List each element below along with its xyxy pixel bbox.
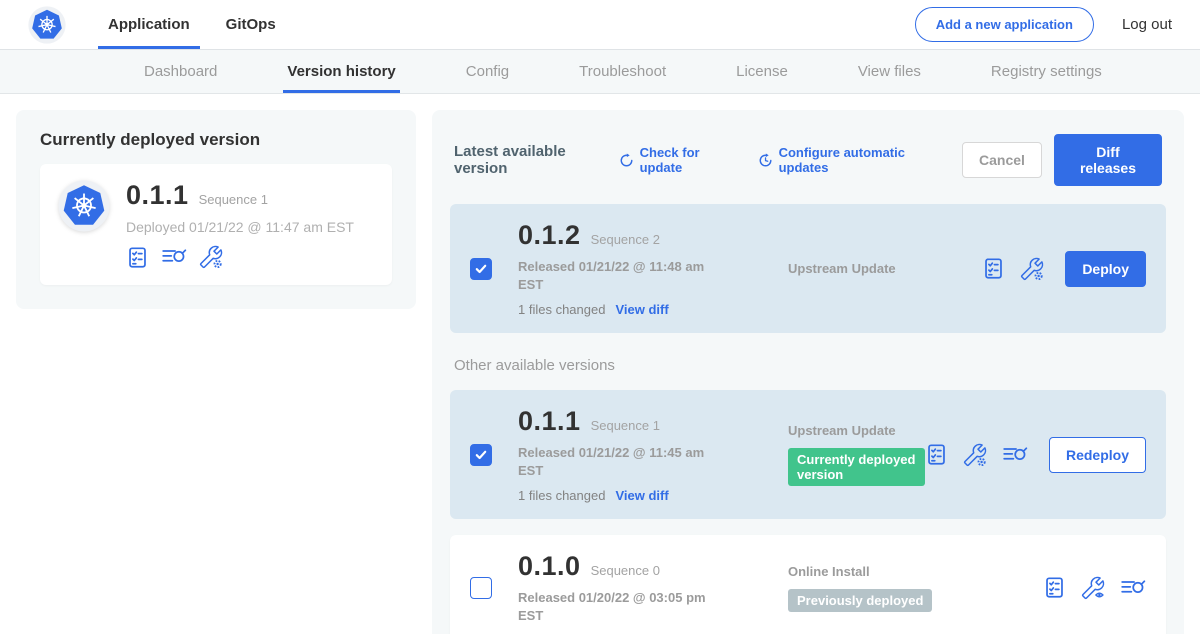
kubernetes-logo bbox=[58, 180, 110, 232]
subnav-config[interactable]: Config bbox=[462, 50, 513, 93]
version-actions: Redeploy bbox=[925, 437, 1146, 473]
version-row-0-1-1: 0.1.1 Sequence 1 Released 01/21/22 @ 11:… bbox=[450, 390, 1166, 519]
version-info: 0.1.0 Sequence 0 Released 01/20/22 @ 03:… bbox=[518, 551, 736, 624]
view-logs-icon[interactable] bbox=[1120, 577, 1146, 599]
released-timestamp: Released 01/20/22 @ 03:05 pm EST bbox=[518, 589, 718, 624]
deployed-panel-title: Currently deployed version bbox=[40, 130, 392, 150]
check-for-update-label: Check for update bbox=[640, 145, 734, 175]
subnav-view-files[interactable]: View files bbox=[854, 50, 925, 93]
configure-updates-label: Configure automatic updates bbox=[779, 145, 938, 175]
version-source: Online Install Previously deployed bbox=[736, 564, 1043, 612]
top-tabs: Application GitOps bbox=[90, 0, 294, 49]
available-versions-header: Latest available version Check for updat… bbox=[454, 134, 1162, 186]
tab-gitops-label: GitOps bbox=[226, 16, 276, 33]
view-diff-link[interactable]: View diff bbox=[615, 488, 668, 503]
checkmark-icon bbox=[475, 264, 487, 274]
subnav-view-files-label: View files bbox=[858, 63, 921, 80]
add-new-application-button[interactable]: Add a new application bbox=[915, 7, 1094, 42]
released-timestamp: Released 01/21/22 @ 11:45 am EST bbox=[518, 444, 718, 479]
cancel-button[interactable]: Cancel bbox=[962, 142, 1042, 178]
currently-deployed-badge: Currently deployed version bbox=[788, 448, 925, 486]
checkmark-icon bbox=[475, 450, 487, 460]
preflight-checks-icon[interactable] bbox=[925, 443, 948, 466]
refresh-icon bbox=[619, 152, 634, 169]
version-number: 0.1.2 bbox=[518, 220, 581, 251]
diff-releases-button[interactable]: Diff releases bbox=[1054, 134, 1162, 186]
source-label: Upstream Update bbox=[788, 423, 925, 438]
subnav-troubleshoot-label: Troubleshoot bbox=[579, 63, 666, 80]
deployed-version-sequence: Sequence 1 bbox=[199, 192, 268, 207]
released-timestamp: Released 01/21/22 @ 11:48 am EST bbox=[518, 258, 718, 293]
version-info: 0.1.2 Sequence 2 Released 01/21/22 @ 11:… bbox=[518, 220, 736, 317]
tab-application[interactable]: Application bbox=[90, 0, 208, 49]
subnav-version-history-label: Version history bbox=[287, 63, 395, 80]
app-sub-nav: Dashboard Version history Config Trouble… bbox=[0, 50, 1200, 94]
top-nav: Application GitOps Add a new application… bbox=[0, 0, 1200, 50]
tab-gitops[interactable]: GitOps bbox=[208, 0, 294, 49]
subnav-registry-settings-label: Registry settings bbox=[991, 63, 1102, 80]
configure-automatic-updates-link[interactable]: Configure automatic updates bbox=[758, 145, 938, 175]
available-panel-title: Latest available version bbox=[454, 143, 605, 177]
version-source: Upstream Update Currently deployed versi… bbox=[736, 423, 925, 486]
other-versions-label: Other available versions bbox=[454, 357, 1162, 374]
files-changed-label: 1 files changed bbox=[518, 302, 605, 317]
config-icon[interactable] bbox=[1020, 257, 1044, 281]
source-label: Upstream Update bbox=[788, 261, 982, 276]
previously-deployed-badge: Previously deployed bbox=[788, 589, 932, 612]
main-content: Currently deployed version 0.1.1 Sequenc… bbox=[0, 94, 1200, 634]
subnav-config-label: Config bbox=[466, 63, 509, 80]
version-sequence: Sequence 2 bbox=[591, 232, 660, 247]
version-sequence: Sequence 1 bbox=[591, 418, 660, 433]
schedule-update-icon bbox=[758, 152, 773, 169]
subnav-license[interactable]: License bbox=[732, 50, 792, 93]
version-number: 0.1.0 bbox=[518, 551, 581, 582]
version-number: 0.1.1 bbox=[518, 406, 581, 437]
preflight-checks-icon[interactable] bbox=[126, 246, 149, 269]
files-changed-label: 1 files changed bbox=[518, 488, 605, 503]
view-config-icon[interactable] bbox=[1081, 576, 1105, 600]
deployed-version-info: 0.1.1 Sequence 1 Deployed 01/21/22 @ 11:… bbox=[126, 180, 354, 269]
subnav-registry-settings[interactable]: Registry settings bbox=[987, 50, 1106, 93]
version-source: Upstream Update bbox=[736, 261, 982, 276]
version-row-0-1-0: 0.1.0 Sequence 0 Released 01/20/22 @ 03:… bbox=[450, 535, 1166, 634]
tab-application-label: Application bbox=[108, 16, 190, 33]
logout-link[interactable]: Log out bbox=[1122, 16, 1172, 33]
preflight-checks-icon[interactable] bbox=[1043, 576, 1066, 599]
version-row-0-1-2: 0.1.2 Sequence 2 Released 01/21/22 @ 11:… bbox=[450, 204, 1166, 333]
kubernetes-logo bbox=[28, 6, 66, 44]
deployed-version-number: 0.1.1 bbox=[126, 180, 189, 211]
view-logs-icon[interactable] bbox=[161, 246, 187, 268]
version-actions: Deploy bbox=[982, 251, 1146, 287]
check-for-update-link[interactable]: Check for update bbox=[619, 145, 734, 175]
deploy-button[interactable]: Deploy bbox=[1065, 251, 1146, 287]
version-info: 0.1.1 Sequence 1 Released 01/21/22 @ 11:… bbox=[518, 406, 736, 503]
deployed-timestamp: Deployed 01/21/22 @ 11:47 am EST bbox=[126, 219, 354, 235]
deployed-version-card: 0.1.1 Sequence 1 Deployed 01/21/22 @ 11:… bbox=[40, 164, 392, 285]
preflight-checks-icon[interactable] bbox=[982, 257, 1005, 280]
view-logs-icon[interactable] bbox=[1002, 444, 1028, 466]
subnav-license-label: License bbox=[736, 63, 788, 80]
subnav-version-history[interactable]: Version history bbox=[283, 50, 399, 93]
version-sequence: Sequence 0 bbox=[591, 563, 660, 578]
redeploy-button[interactable]: Redeploy bbox=[1049, 437, 1146, 473]
config-icon[interactable] bbox=[199, 245, 223, 269]
view-diff-link[interactable]: View diff bbox=[615, 302, 668, 317]
currently-deployed-panel: Currently deployed version 0.1.1 Sequenc… bbox=[16, 110, 416, 309]
config-icon[interactable] bbox=[963, 443, 987, 467]
subnav-troubleshoot[interactable]: Troubleshoot bbox=[575, 50, 670, 93]
version-checkbox[interactable] bbox=[470, 577, 492, 599]
version-checkbox[interactable] bbox=[470, 444, 492, 466]
version-checkbox[interactable] bbox=[470, 258, 492, 280]
spacer bbox=[450, 519, 1166, 535]
version-actions bbox=[1043, 576, 1146, 600]
subnav-dashboard[interactable]: Dashboard bbox=[140, 50, 221, 93]
source-label: Online Install bbox=[788, 564, 1043, 579]
available-versions-panel: Latest available version Check for updat… bbox=[432, 110, 1184, 634]
subnav-dashboard-label: Dashboard bbox=[144, 63, 217, 80]
